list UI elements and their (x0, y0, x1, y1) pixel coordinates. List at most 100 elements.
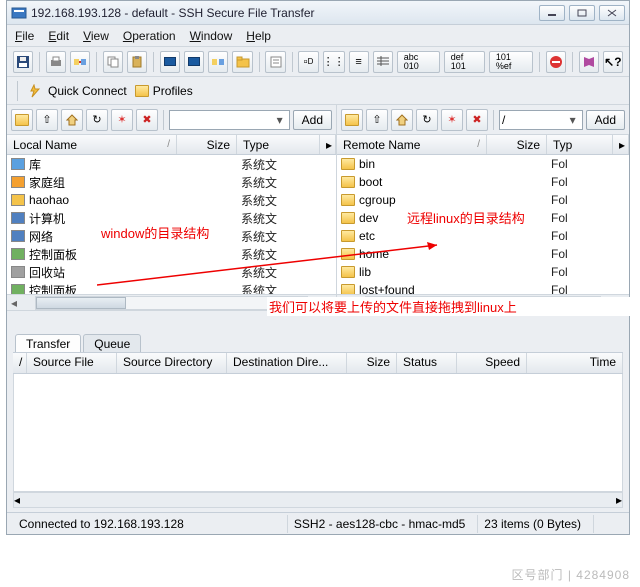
tab-transfer[interactable]: Transfer (15, 334, 81, 352)
folder-icon[interactable] (232, 51, 252, 73)
local-file-list[interactable]: 库系统文家庭组系统文haohao系统文计算机系统文网络系统文控制面板系统文回收站… (7, 155, 336, 294)
remote-refresh-icon[interactable]: ↻ (416, 109, 438, 131)
local-add-button[interactable]: Add (293, 110, 332, 130)
status-connected: Connected to 192.168.193.128 (13, 515, 281, 533)
menu-help[interactable]: Help (246, 29, 271, 43)
view-list-icon[interactable]: ≡ (349, 51, 369, 73)
view-detail-icon[interactable] (373, 51, 393, 73)
remote-hscroll[interactable]: ◂▸ (337, 294, 629, 310)
status-spacer (593, 515, 623, 533)
list-item[interactable]: 计算机系统文 (7, 209, 336, 227)
remote-add-button[interactable]: Add (586, 110, 625, 130)
list-item[interactable]: lost+foundFol (337, 281, 629, 294)
local-up-icon[interactable]: ⇧ (36, 109, 58, 131)
col-remote-name[interactable]: Remote Name/ (337, 135, 487, 154)
transfer-hscroll[interactable]: ◂▸ (13, 492, 623, 508)
book-help-icon[interactable] (579, 51, 599, 73)
whatsthis-icon[interactable]: ↖? (603, 51, 623, 73)
list-item[interactable]: binFol (337, 155, 629, 173)
menu-view[interactable]: View (83, 29, 109, 43)
app-window: 192.168.193.128 - default - SSH Secure F… (6, 0, 630, 535)
local-path-combo[interactable]: ▾ (169, 110, 290, 130)
local-refresh-icon[interactable]: ↻ (86, 109, 108, 131)
list-item[interactable]: 库系统文 (7, 155, 336, 173)
menu-operation[interactable]: Operation (123, 29, 176, 43)
chevron-down-icon: ▾ (273, 113, 287, 127)
save-icon[interactable] (13, 51, 33, 73)
col-local-overflow[interactable]: ▸ (320, 135, 336, 154)
remote-home-icon[interactable] (391, 109, 413, 131)
list-item[interactable]: devFol (337, 209, 629, 227)
local-pane: Local Name/ Size Type ▸ 库系统文家庭组系统文haohao… (7, 135, 337, 310)
list-item[interactable]: 网络系统文 (7, 227, 336, 245)
list-item[interactable]: haohao系统文 (7, 191, 336, 209)
terminal1-icon[interactable] (160, 51, 180, 73)
menu-file[interactable]: File (15, 29, 34, 43)
list-item[interactable]: 控制面板系统文 (7, 245, 336, 263)
copy-icon[interactable] (103, 51, 123, 73)
local-star-icon[interactable]: ✶ (111, 109, 133, 131)
col-xfer-srcfile[interactable]: Source File (27, 353, 117, 373)
status-items: 23 items (0 Bytes) (477, 515, 587, 533)
terminal2-icon[interactable] (184, 51, 204, 73)
view-small-icon[interactable]: ⋮⋮ (323, 51, 345, 73)
menu-window[interactable]: Window (190, 29, 233, 43)
col-xfer-status[interactable]: Status (397, 353, 457, 373)
view-large-icon[interactable]: ▫D (298, 51, 318, 73)
col-local-size[interactable]: Size (177, 135, 237, 154)
list-item[interactable]: 控制面板系统文 (7, 281, 336, 294)
menu-edit[interactable]: Edit (48, 29, 69, 43)
properties-icon[interactable] (265, 51, 285, 73)
encoding1-button[interactable]: abc 010 (397, 51, 440, 73)
col-remote-overflow[interactable]: ▸ (613, 135, 629, 154)
quick-connect-button[interactable]: Quick Connect (28, 84, 127, 98)
print-icon[interactable] (46, 51, 66, 73)
remote-up-icon[interactable]: ⇧ (366, 109, 388, 131)
disconnect-icon[interactable] (208, 51, 228, 73)
watermark: 区号部门 | 4284908 (511, 566, 630, 583)
lightning-icon (28, 84, 44, 98)
tab-queue[interactable]: Queue (83, 334, 141, 352)
remote-newfolder-icon[interactable] (341, 109, 363, 131)
col-xfer-srcdir[interactable]: Source Directory (117, 353, 227, 373)
list-item[interactable]: libFol (337, 263, 629, 281)
col-xfer-size[interactable]: Size (347, 353, 397, 373)
col-local-name[interactable]: Local Name/ (7, 135, 177, 154)
file-panes: Local Name/ Size Type ▸ 库系统文家庭组系统文haohao… (7, 135, 629, 311)
window-title: 192.168.193.128 - default - SSH Secure F… (31, 6, 539, 20)
remote-file-list[interactable]: binFolbootFolcgroupFoldevFoletcFolhomeFo… (337, 155, 629, 294)
encoding2-button[interactable]: def 101 (444, 51, 485, 73)
col-xfer-time[interactable]: Time (527, 353, 623, 373)
local-newfolder-icon[interactable] (11, 109, 33, 131)
close-button[interactable] (599, 5, 625, 21)
minimize-button[interactable] (539, 5, 565, 21)
col-xfer-sort[interactable]: / (13, 353, 27, 373)
transfer-body[interactable] (13, 374, 623, 492)
remote-star-icon[interactable]: ✶ (441, 109, 463, 131)
col-remote-type[interactable]: Typ (547, 135, 613, 154)
remote-path-combo[interactable]: /▾ (499, 110, 583, 130)
list-item[interactable]: cgroupFol (337, 191, 629, 209)
profiles-button[interactable]: Profiles (135, 84, 193, 98)
col-xfer-speed[interactable]: Speed (457, 353, 527, 373)
list-item[interactable]: bootFol (337, 173, 629, 191)
paste-icon[interactable] (127, 51, 147, 73)
list-item[interactable]: homeFol (337, 245, 629, 263)
col-xfer-destdir[interactable]: Destination Dire... (227, 353, 347, 373)
maximize-button[interactable] (569, 5, 595, 21)
connect-icon[interactable] (70, 51, 90, 73)
col-local-type[interactable]: Type (237, 135, 320, 154)
list-item[interactable]: 家庭组系统文 (7, 173, 336, 191)
encoding3-button[interactable]: 101 %ef (489, 51, 533, 73)
local-delete-icon[interactable]: ✖ (136, 109, 158, 131)
remote-pane: Remote Name/ Size Typ ▸ binFolbootFolcgr… (337, 135, 629, 310)
local-hscroll[interactable]: ◂▸ (7, 294, 336, 310)
list-item[interactable]: 回收站系统文 (7, 263, 336, 281)
local-home-icon[interactable] (61, 109, 83, 131)
titlebar[interactable]: 192.168.193.128 - default - SSH Secure F… (7, 1, 629, 25)
menubar: File Edit View Operation Window Help (7, 25, 629, 47)
col-remote-size[interactable]: Size (487, 135, 547, 154)
remote-delete-icon[interactable]: ✖ (466, 109, 488, 131)
list-item[interactable]: etcFol (337, 227, 629, 245)
stop-icon[interactable] (546, 51, 566, 73)
